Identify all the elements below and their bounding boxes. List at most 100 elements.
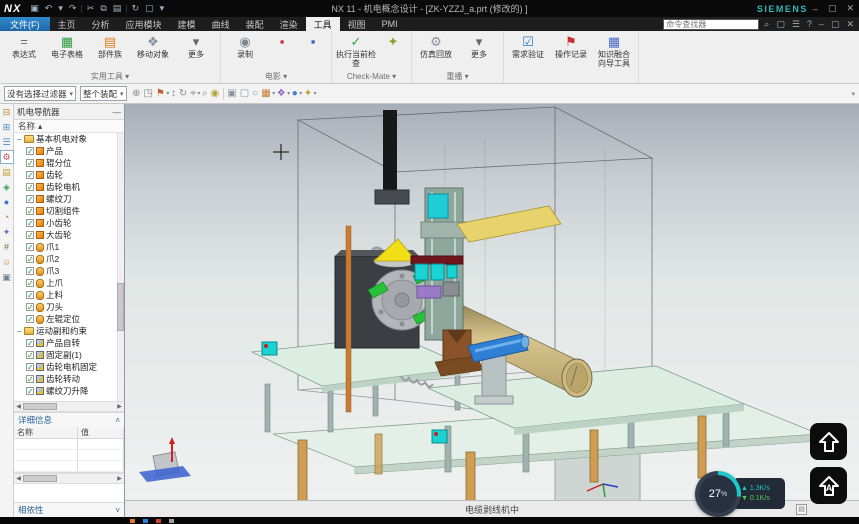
checkbox-icon[interactable]: ✓ [26,339,34,347]
checkbox-icon[interactable]: ✓ [26,231,34,239]
replay-more-button[interactable]: ▾更多 [458,33,500,68]
details-horizontal-scrollbar[interactable]: ◀▶ [14,473,124,484]
tree-item[interactable]: ✓产品 [14,145,124,157]
tab-主页[interactable]: 主页 [50,17,84,31]
movie-record-button[interactable]: ◉录制 [224,33,266,68]
tab-渲染[interactable]: 渲染 [272,17,306,31]
switch-window-icon[interactable]: ▢ [142,3,157,14]
magnify-icon[interactable]: ⌕ [200,88,209,99]
select-handle-icon[interactable]: ◳ [142,88,154,99]
redo-icon[interactable]: ↷ [66,3,80,14]
checkbox-icon[interactable]: ✓ [26,159,34,167]
movie-pause-button[interactable]: ▪ [267,33,297,68]
mechatronics-navigator-icon[interactable]: ⚙ [1,151,13,163]
paste-icon[interactable]: ▤ [110,3,125,14]
journal-record-button[interactable]: ⚑操作记录 [550,33,592,68]
tree-item[interactable]: ✓固定副(1) [14,349,124,361]
taskbar-app-icon[interactable] [130,519,135,523]
checkbox-icon[interactable]: ✓ [26,183,34,191]
tree-item[interactable]: ✓上料 [14,289,124,301]
taskbar-app-icon[interactable] [156,519,161,523]
command-finder-icon[interactable]: ⌕ [762,19,771,30]
checkbox-icon[interactable]: ✓ [26,195,34,203]
taskbar-app-icon[interactable] [169,519,174,523]
expressions-button[interactable]: =表达式 [3,33,45,68]
clipboard-icon[interactable]: ▤ [796,504,807,515]
part-families-button[interactable]: ▤部件族 [89,33,131,68]
tree-item[interactable]: ✓左辊定位 [14,313,124,325]
tree-item[interactable]: ✓大齿轮 [14,229,124,241]
tree-item[interactable]: ✓爪2 [14,253,124,265]
checkbox-icon[interactable]: ✓ [26,267,34,275]
doc-close-icon[interactable]: ✕ [844,19,856,30]
manufacturing-icon[interactable]: # [1,241,13,253]
dependencies-panel-header[interactable]: 相依性˅ [14,502,124,517]
tab-视图[interactable]: 视图 [340,17,374,31]
perform-check-button[interactable]: ✓执行当前检查 [335,33,377,68]
ribbon-group-label[interactable]: 实用工具 ▾ [3,71,217,83]
checkbox-icon[interactable]: ✓ [26,315,34,323]
flag-icon[interactable]: ⚑ [154,88,166,99]
material-icon[interactable]: ● [290,88,299,99]
utilities-more-button[interactable]: ▾更多 [175,33,217,68]
cut-icon[interactable]: ✂ [84,3,98,14]
check-options-button[interactable]: ✦ [378,33,408,68]
doc-minimize-icon[interactable]: – [817,19,826,29]
system-materials-icon[interactable]: ▣ [1,271,13,283]
windows-taskbar[interactable] [0,517,859,524]
tree-horizontal-scrollbar[interactable]: ◀▶ [14,401,124,412]
window-caret-icon[interactable]: ▾ [157,3,168,14]
shift-indicator-overlay[interactable] [810,423,847,460]
lighting-icon-caret[interactable]: ▾ [314,90,317,97]
collapse-panel-icon[interactable]: — [113,107,122,117]
checkbox-icon[interactable]: ✓ [26,219,34,227]
appearance-icon[interactable]: ❖ [275,88,287,99]
spreadsheet-button[interactable]: ▦电子表格 [46,33,88,68]
tab-装配[interactable]: 装配 [238,17,272,31]
copy-icon[interactable]: ⧉ [97,3,109,14]
hd3d-tools-icon[interactable]: ◈ [1,181,13,193]
move-object-button[interactable]: ❖移动对象 [132,33,174,68]
tab-PMI[interactable]: PMI [374,17,406,31]
tree-item[interactable]: ✓爪1 [14,241,124,253]
tree-item[interactable]: −基本机电对象 [14,133,124,145]
close-button[interactable]: ✕ [841,3,859,14]
capture-icon[interactable]: ◉ [209,88,221,99]
replay-assembly-button[interactable]: ⚙仿真回放 [415,33,457,68]
checkbox-icon[interactable]: ✓ [26,291,34,299]
tree-item[interactable]: ✓螺纹刀 [14,193,124,205]
undo-icon[interactable]: ↶ [42,3,56,14]
snap-point-icon[interactable]: ⊕ [131,88,142,99]
tree-item[interactable]: ✓上爪 [14,277,124,289]
tree-item[interactable]: ✓切割组件 [14,205,124,217]
checkbox-icon[interactable]: ✓ [26,351,34,359]
navigator-column-header[interactable]: 名称▴ [14,120,124,133]
checkbox-icon[interactable]: ✓ [26,375,34,383]
tab-分析[interactable]: 分析 [84,17,118,31]
tree-item[interactable]: −运动副和约束 [14,325,124,337]
lighting-icon[interactable]: ✦ [302,88,313,99]
tab-应用模块[interactable]: 应用模块 [118,17,170,31]
tree-item[interactable]: ✓产品自转 [14,337,124,349]
tab-file[interactable]: 文件(F) [0,17,50,31]
checkbox-icon[interactable]: ✓ [26,147,34,155]
column-header-名称[interactable]: 名称 [14,427,78,438]
network-speed-ball[interactable]: 27% [695,471,741,517]
tab-建模[interactable]: 建模 [170,17,204,31]
checkbox-icon[interactable]: ✓ [26,255,34,263]
repeat-command-icon[interactable]: ↻ [129,3,143,14]
tree-item[interactable]: ✓爪3 [14,265,124,277]
toolbar-overflow-caret[interactable]: ▾ [851,90,859,98]
checkbox-icon[interactable]: ✓ [26,303,34,311]
ribbon-group-label[interactable]: 电影 ▾ [224,71,328,83]
roles-icon[interactable]: ☺ [1,256,13,268]
tree-item[interactable]: ✓齿轮 [14,169,124,181]
wireframe-view-icon[interactable]: ▢ [238,88,250,99]
taskbar-app-icon[interactable] [143,519,148,523]
undo-caret-icon[interactable]: ▾ [55,3,66,14]
assembly-navigator-icon[interactable]: ⊟ [1,106,13,118]
part-navigator-icon[interactable]: ☰ [1,136,13,148]
checkbox-icon[interactable]: ✓ [26,387,34,395]
details-panel-header[interactable]: 详细信息˄ [14,412,124,427]
checkbox-icon[interactable]: ✓ [26,243,34,251]
